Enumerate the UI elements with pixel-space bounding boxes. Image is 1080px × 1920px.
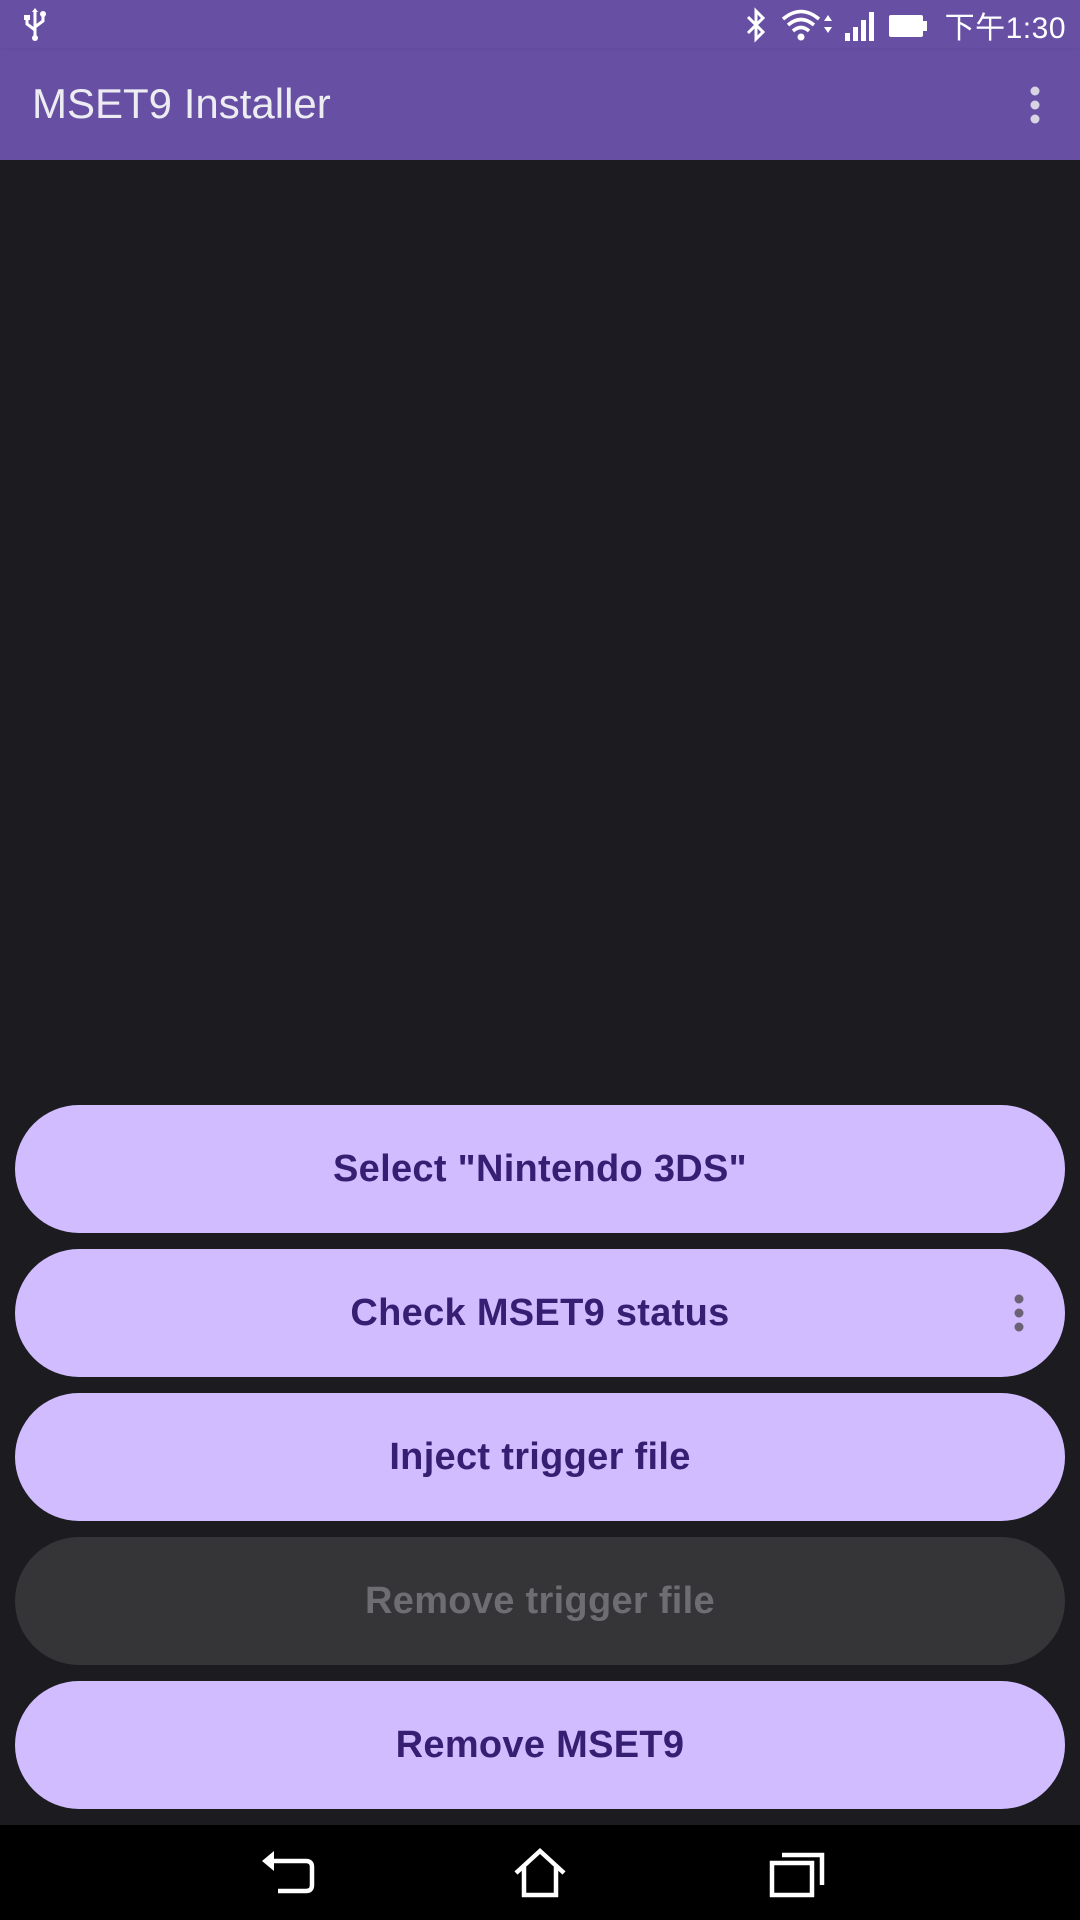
battery-icon xyxy=(888,15,927,37)
action-buttons: Select "Nintendo 3DS" Check MSET9 status… xyxy=(15,1105,1065,1809)
overflow-menu-button[interactable] xyxy=(1010,75,1060,135)
select-3ds-button[interactable]: Select "Nintendo 3DS" xyxy=(15,1105,1065,1233)
check-status-button[interactable]: Check MSET9 status xyxy=(15,1249,1065,1377)
wifi-icon xyxy=(781,9,832,41)
status-bar: 下午1:30 xyxy=(0,0,1080,50)
usb-icon xyxy=(24,8,46,41)
bluetooth-icon xyxy=(746,7,765,43)
recents-icon[interactable] xyxy=(768,1845,828,1901)
remove-mset9-button[interactable]: Remove MSET9 xyxy=(15,1681,1065,1809)
status-time: 下午1:30 xyxy=(944,12,1066,45)
more-vert-icon xyxy=(1030,86,1040,124)
back-icon[interactable] xyxy=(258,1845,318,1901)
home-icon[interactable] xyxy=(510,1845,570,1901)
check-status-label: Check MSET9 status xyxy=(350,1291,730,1334)
app-bar: MSET9 Installer xyxy=(0,50,1080,160)
inject-trigger-button[interactable]: Inject trigger file xyxy=(15,1393,1065,1521)
more-vert-icon xyxy=(1014,1294,1024,1332)
signal-icon xyxy=(844,12,874,41)
app-title: MSET9 Installer xyxy=(32,80,331,127)
navigation-bar xyxy=(0,1825,1080,1920)
remove-trigger-button: Remove trigger file xyxy=(15,1537,1065,1665)
